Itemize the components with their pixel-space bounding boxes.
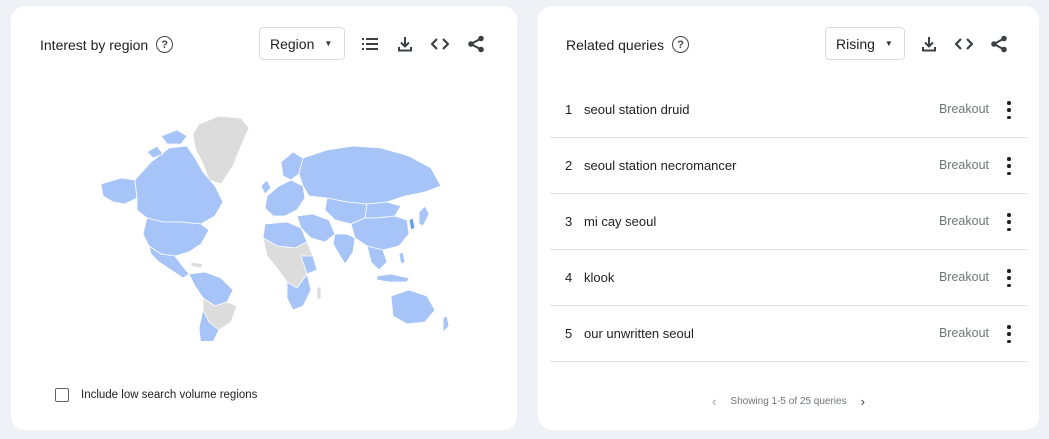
query-row[interactable]: 1 seoul station druid Breakout (550, 82, 1027, 138)
list-icon[interactable] (359, 33, 381, 55)
caret-down-icon: ▼ (324, 39, 333, 48)
query-rank: 3 (565, 214, 573, 229)
map-region-madagascar (316, 285, 322, 301)
more-vert-icon[interactable] (1006, 101, 1012, 119)
help-circle-icon[interactable]: ? (156, 36, 174, 53)
card-title: Interest by region (40, 36, 149, 53)
query-rank: 2 (565, 158, 573, 173)
query-rank: 5 (565, 326, 573, 341)
more-vert-icon[interactable] (1006, 213, 1012, 231)
map-region-caribbean (190, 261, 204, 269)
more-vert-icon[interactable] (1006, 269, 1012, 287)
resolution-select-value: Region (270, 35, 315, 52)
pagination-label: Showing 1-5 of 25 queries (730, 396, 847, 407)
share-icon[interactable] (465, 33, 487, 55)
more-vert-icon[interactable] (1006, 157, 1012, 175)
share-icon[interactable] (988, 33, 1010, 55)
filter-select-value: Rising (836, 35, 875, 52)
map-region-japan (418, 205, 430, 227)
query-text[interactable]: klook (584, 270, 614, 285)
interest-by-region-header: Interest by region ? (40, 36, 174, 53)
related-queries-header: Related queries ? (566, 36, 690, 53)
query-rank: 1 (565, 102, 573, 117)
world-map[interactable] (91, 106, 451, 341)
embed-code-icon[interactable] (953, 33, 975, 55)
query-text[interactable]: our unwritten seoul (584, 326, 694, 341)
download-icon[interactable] (394, 33, 416, 55)
download-icon[interactable] (918, 33, 940, 55)
query-row[interactable]: 5 our unwritten seoul Breakout (550, 306, 1027, 362)
related-queries-card: Related queries ? Rising ▼ 1 seoul stati… (538, 6, 1039, 430)
map-region-uk (260, 179, 272, 195)
interest-by-region-card: Interest by region ? Region ▼ Include lo… (11, 6, 517, 430)
filter-select[interactable]: Rising ▼ (825, 27, 905, 60)
map-region-philippines (398, 251, 406, 265)
query-text[interactable]: seoul station druid (584, 102, 690, 117)
query-value: Breakout (938, 102, 989, 116)
map-region-korea (408, 217, 416, 231)
query-value: Breakout (938, 270, 989, 284)
query-row[interactable]: 2 seoul station necromancer Breakout (550, 138, 1027, 194)
pagination: ‹ Showing 1-5 of 25 queries › (538, 394, 1039, 409)
related-queries-list: 1 seoul station druid Breakout 2 seoul s… (538, 82, 1039, 362)
include-low-volume-label: Include low search volume regions (81, 389, 258, 401)
query-value: Breakout (938, 326, 989, 340)
map-region-mongolia (364, 201, 402, 219)
map-region-alaska (100, 177, 138, 205)
query-row[interactable]: 4 klook Breakout (550, 250, 1027, 306)
query-value: Breakout (938, 158, 989, 172)
include-low-volume-checkbox[interactable] (55, 388, 69, 402)
map-region-europe (264, 179, 306, 217)
query-row[interactable]: 3 mi cay seoul Breakout (550, 194, 1027, 250)
query-value: Breakout (938, 214, 989, 228)
more-vert-icon[interactable] (1006, 325, 1012, 343)
query-text[interactable]: seoul station necromancer (584, 158, 736, 173)
caret-down-icon: ▼ (884, 39, 893, 48)
chevron-right-icon[interactable]: › (861, 394, 865, 409)
map-region-india (332, 233, 356, 265)
embed-code-icon[interactable] (429, 33, 451, 55)
map-region-china (350, 215, 410, 251)
resolution-select[interactable]: Region ▼ (259, 27, 345, 60)
map-region-russia (298, 145, 442, 205)
map-region-indonesia (376, 273, 410, 283)
include-low-volume-row[interactable]: Include low search volume regions (55, 388, 257, 402)
help-circle-icon[interactable]: ? (672, 36, 690, 53)
map-region-new-zealand (442, 315, 450, 333)
map-region-north-south-america (188, 271, 234, 307)
chevron-left-icon[interactable]: ‹ (712, 394, 716, 409)
query-text[interactable]: mi cay seoul (584, 214, 656, 229)
query-rank: 4 (565, 270, 573, 285)
map-region-australia (390, 289, 436, 325)
card-title: Related queries (566, 36, 665, 53)
